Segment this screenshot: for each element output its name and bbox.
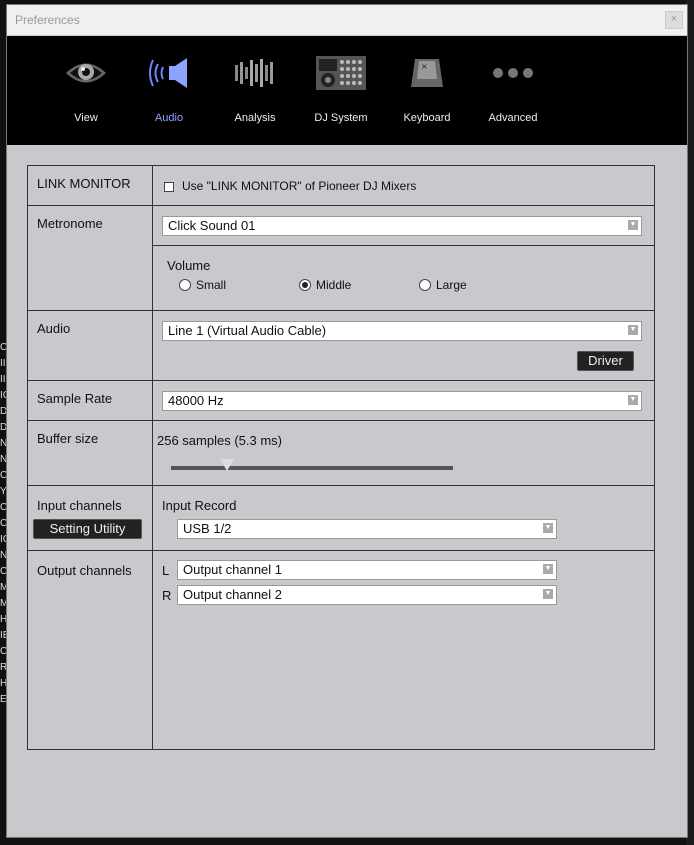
dropdown-arrow-icon: ▼ [543, 523, 553, 533]
title-bar: Preferences × [7, 5, 687, 36]
tab-view[interactable]: View [44, 50, 128, 124]
close-button[interactable]: × [665, 11, 683, 29]
waveform-icon [213, 50, 297, 96]
row-audio: Audio Line 1 (Virtual Audio Cable) ▼ Dri… [27, 310, 655, 381]
input-record-select[interactable]: USB 1/2 ▼ [177, 519, 557, 539]
volume-middle-radio[interactable]: Middle [299, 278, 351, 292]
dropdown-arrow-icon: ▼ [628, 325, 638, 335]
audio-device-select[interactable]: Line 1 (Virtual Audio Cable) ▼ [162, 321, 642, 341]
tab-audio-label: Audio [154, 112, 184, 124]
tab-keyboard-label: Keyboard [403, 112, 451, 124]
output-right-label: R [162, 588, 172, 603]
dropdown-arrow-icon: ▼ [628, 220, 638, 230]
tab-advanced[interactable]: Advanced [471, 50, 555, 124]
dropdown-arrow-icon: ▼ [543, 564, 553, 574]
tab-dj-system-label: DJ System [314, 112, 368, 124]
metronome-label: Metronome [37, 216, 103, 231]
volume-label: Volume [167, 258, 211, 273]
buffer-size-slider[interactable] [171, 459, 453, 471]
output-right-select[interactable]: Output channel 2 ▼ [177, 585, 557, 605]
volume-small-radio[interactable]: Small [179, 278, 226, 292]
metronome-sound-value: Click Sound 01 [168, 218, 256, 233]
speaker-icon [127, 50, 211, 96]
link-monitor-label: LINK MONITOR [37, 176, 131, 191]
volume-large-radio[interactable]: Large [419, 278, 467, 292]
dropdown-arrow-icon: ▼ [628, 395, 638, 405]
tab-audio[interactable]: Audio [127, 50, 211, 124]
window-title: Preferences [15, 13, 80, 27]
row-buffer-size: Buffer size 256 samples (5.3 ms) [27, 420, 655, 486]
sample-rate-select[interactable]: 48000 Hz ▼ [162, 391, 642, 411]
output-channels-label: Output channels [37, 563, 132, 578]
metronome-sound-select[interactable]: Click Sound 01 ▼ [162, 216, 642, 236]
dropdown-arrow-icon: ▼ [543, 589, 553, 599]
audio-device-value: Line 1 (Virtual Audio Cable) [168, 323, 327, 338]
input-record-value: USB 1/2 [183, 521, 232, 536]
settings-table: LINK MONITOR Use "LINK MONITOR" of Pione… [27, 165, 655, 750]
link-monitor-checkbox-label: Use "LINK MONITOR" of Pioneer DJ Mixers [182, 179, 417, 193]
preferences-toolbar: View Audio Analysis DJ System × Keyboard… [7, 36, 687, 145]
radio-small-icon [179, 279, 191, 291]
key-icon: × [385, 50, 469, 96]
tab-dj-system[interactable]: DJ System [299, 50, 383, 124]
setting-utility-button[interactable]: Setting Utility [33, 519, 142, 539]
row-link-monitor: LINK MONITOR Use "LINK MONITOR" of Pione… [27, 165, 655, 206]
volume-small-label: Small [196, 278, 227, 292]
output-left-label: L [162, 563, 170, 578]
eye-icon [44, 50, 128, 96]
input-channels-label: Input channels [37, 498, 122, 513]
output-left-value: Output channel 1 [183, 562, 283, 577]
volume-middle-label: Middle [316, 278, 352, 292]
audio-label: Audio [37, 321, 71, 336]
audio-settings-panel: LINK MONITOR Use "LINK MONITOR" of Pione… [27, 165, 655, 750]
radio-middle-icon [299, 279, 311, 291]
output-right-value: Output channel 2 [183, 587, 283, 602]
tab-analysis[interactable]: Analysis [213, 50, 297, 124]
link-monitor-checkbox[interactable] [164, 181, 174, 192]
tab-keyboard[interactable]: × Keyboard [385, 50, 469, 124]
buffer-size-label: Buffer size [37, 431, 99, 446]
input-record-label: Input Record [162, 498, 237, 513]
tab-view-label: View [74, 112, 98, 124]
row-sample-rate: Sample Rate 48000 Hz ▼ [27, 380, 655, 421]
tab-advanced-label: Advanced [488, 112, 538, 124]
more-dots-icon [471, 50, 555, 96]
svg-text:×: × [421, 62, 428, 71]
volume-large-label: Large [436, 278, 467, 292]
driver-button[interactable]: Driver [577, 351, 634, 371]
buffer-size-value: 256 samples (5.3 ms) [157, 433, 282, 448]
slider-thumb[interactable] [220, 459, 235, 471]
row-output-channels: Output channels L Output channel 1 ▼ R O… [27, 550, 655, 750]
row-metronome: Metronome Click Sound 01 ▼ [27, 205, 655, 311]
sample-rate-label: Sample Rate [37, 391, 113, 406]
output-left-select[interactable]: Output channel 1 ▼ [177, 560, 557, 580]
preferences-window: Preferences × View Audio Analysis DJ Sys… [6, 4, 688, 838]
sample-rate-value: 48000 Hz [168, 393, 224, 408]
radio-large-icon [419, 279, 431, 291]
row-input-channels: Input channels Setting Utility Input Rec… [27, 485, 655, 551]
tab-analysis-label: Analysis [234, 112, 276, 124]
dj-controller-icon [299, 50, 383, 96]
